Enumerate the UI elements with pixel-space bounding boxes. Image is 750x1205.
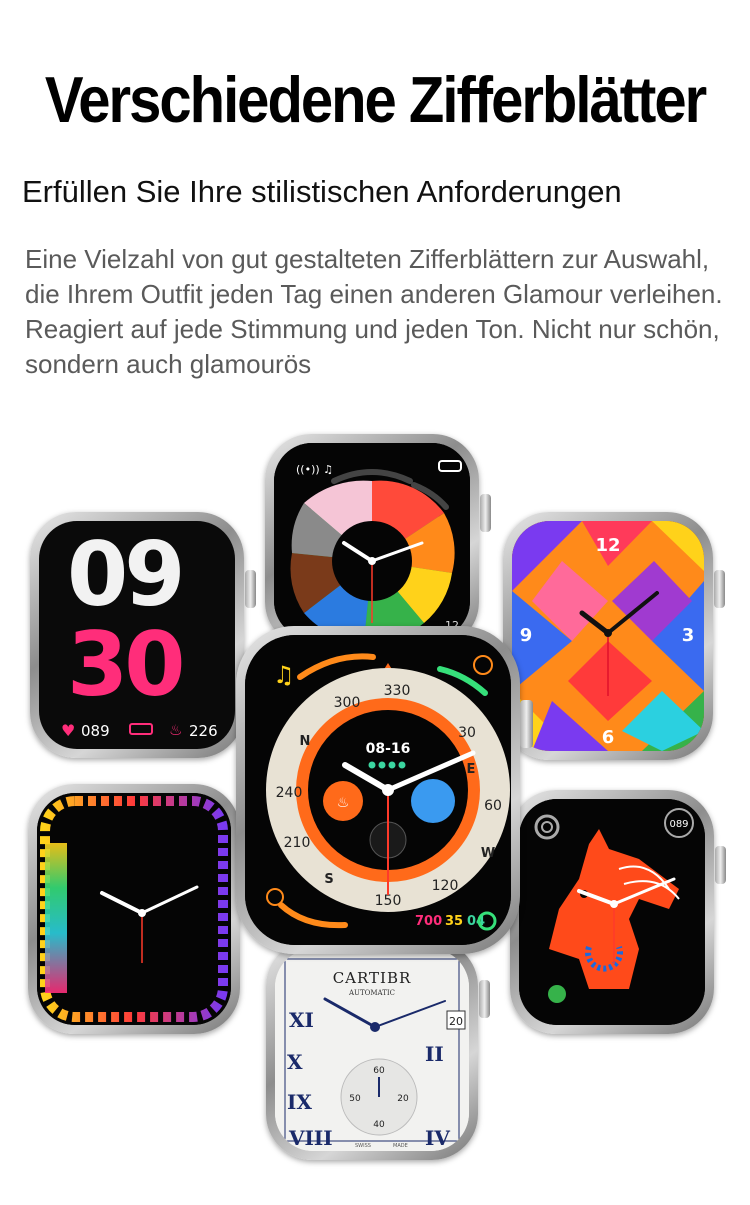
watch-colorful: 12 3 6 9 <box>503 512 725 760</box>
subdial-20: 20 <box>397 1094 409 1104</box>
heart-rate-value: 089 <box>81 722 110 740</box>
watch-screen: 12 3 6 9 <box>512 521 704 751</box>
watch-crown <box>520 700 533 748</box>
nfc-icon: ((•)) ♫ <box>296 463 333 476</box>
globe-complication <box>411 779 455 823</box>
page-title: Verschiedene Zifferblätter <box>44 63 707 137</box>
compass-date: 08-16 <box>366 741 411 757</box>
watch-screen: ((•)) ♫ 12 <box>274 443 470 639</box>
bezel-150: 150 <box>375 893 402 909</box>
bezel-120: 120 <box>432 878 459 894</box>
page-description: Eine Vielzahl von gut gestalteten Ziffer… <box>25 244 723 379</box>
subdial-40: 40 <box>373 1120 385 1130</box>
watch-rainbow <box>28 784 252 1034</box>
numeral-12: 12 <box>595 535 620 556</box>
compass-face: ♫ 330 300 240 210 150 120 60 30 N E S W … <box>245 635 511 945</box>
compass-letter-w: W <box>481 846 495 861</box>
subdial-60: 60 <box>373 1066 385 1076</box>
subdial-50: 50 <box>349 1094 361 1104</box>
roman-xi: XI <box>289 1008 314 1032</box>
watch-screen: CARTIBR AUTOMATIC XI X IX VIII II IV 20 … <box>275 949 469 1151</box>
bezel-30: 30 <box>458 725 476 741</box>
heart-icon: ♥ <box>61 721 76 740</box>
compass-letter-s: S <box>324 872 333 887</box>
flame-icon: ♨ <box>169 721 183 739</box>
horse-face: 089 <box>519 799 705 1025</box>
numeral-6: 6 <box>602 727 615 748</box>
date-window: 20 <box>449 1015 463 1028</box>
watch-swirl: ((•)) ♫ 12 <box>265 434 491 648</box>
colorful-face: 12 3 6 9 <box>512 521 704 751</box>
battery-icon <box>129 723 153 735</box>
bezel-330: 330 <box>384 683 411 699</box>
steps-value: 226 <box>189 722 218 740</box>
numeral-9: 9 <box>520 625 533 646</box>
made-label: MADE <box>393 1143 408 1149</box>
bezel-60: 60 <box>484 798 502 814</box>
brand-subtext: AUTOMATIC <box>348 989 395 997</box>
digital-hour: 09 <box>67 523 185 626</box>
watch-compass: ♫ 330 300 240 210 150 120 60 30 N E S W … <box>236 626 533 954</box>
watch-crown <box>245 570 256 608</box>
watch-screen: 089 <box>519 799 705 1025</box>
compass-letter-n: N <box>300 734 311 749</box>
music-icon: ♫ <box>273 661 295 689</box>
swiss-label: SWISS <box>355 1143 371 1149</box>
watch-crown <box>480 494 491 532</box>
watch-screen: ♫ 330 300 240 210 150 120 60 30 N E S W … <box>245 635 511 945</box>
exercise-value: 35 <box>445 914 463 929</box>
bezel-240: 240 <box>276 785 303 801</box>
watch-digital: 09 30 ♥ 089 ♨ 226 <box>30 512 256 758</box>
roman-viii: VIII <box>288 1126 333 1150</box>
swirl-face: ((•)) ♫ 12 <box>274 443 470 639</box>
watch-crown <box>714 570 725 608</box>
page-subtitle: Erfüllen Sie Ihre stilistischen Anforder… <box>22 174 622 209</box>
roman-ii: II <box>425 1042 444 1066</box>
roman-iv: IV <box>425 1126 450 1150</box>
watch-horse: 089 <box>510 790 726 1034</box>
bezel-300: 300 <box>334 695 361 711</box>
svg-text:♨: ♨ <box>337 795 350 811</box>
bezel-210: 210 <box>284 835 311 851</box>
watch-crown <box>715 846 726 884</box>
roman-x: X <box>287 1050 303 1074</box>
rainbow-face <box>37 793 231 1025</box>
brand-name: CARTIBR <box>333 969 412 987</box>
watch-screen: 09 30 ♥ 089 ♨ 226 <box>39 521 235 749</box>
watch-classic: CARTIBR AUTOMATIC XI X IX VIII II IV 20 … <box>266 940 490 1160</box>
watch-screen <box>37 793 231 1025</box>
numeral-3: 3 <box>682 625 695 646</box>
horse-badge: 089 <box>669 819 688 830</box>
digital-minute: 30 <box>67 613 185 716</box>
roman-ix: IX <box>287 1090 312 1114</box>
watch-crown <box>479 980 490 1018</box>
move-value: 700 <box>415 914 442 929</box>
compass-letter-e: E <box>467 762 476 777</box>
classic-face: CARTIBR AUTOMATIC XI X IX VIII II IV 20 … <box>275 949 469 1151</box>
